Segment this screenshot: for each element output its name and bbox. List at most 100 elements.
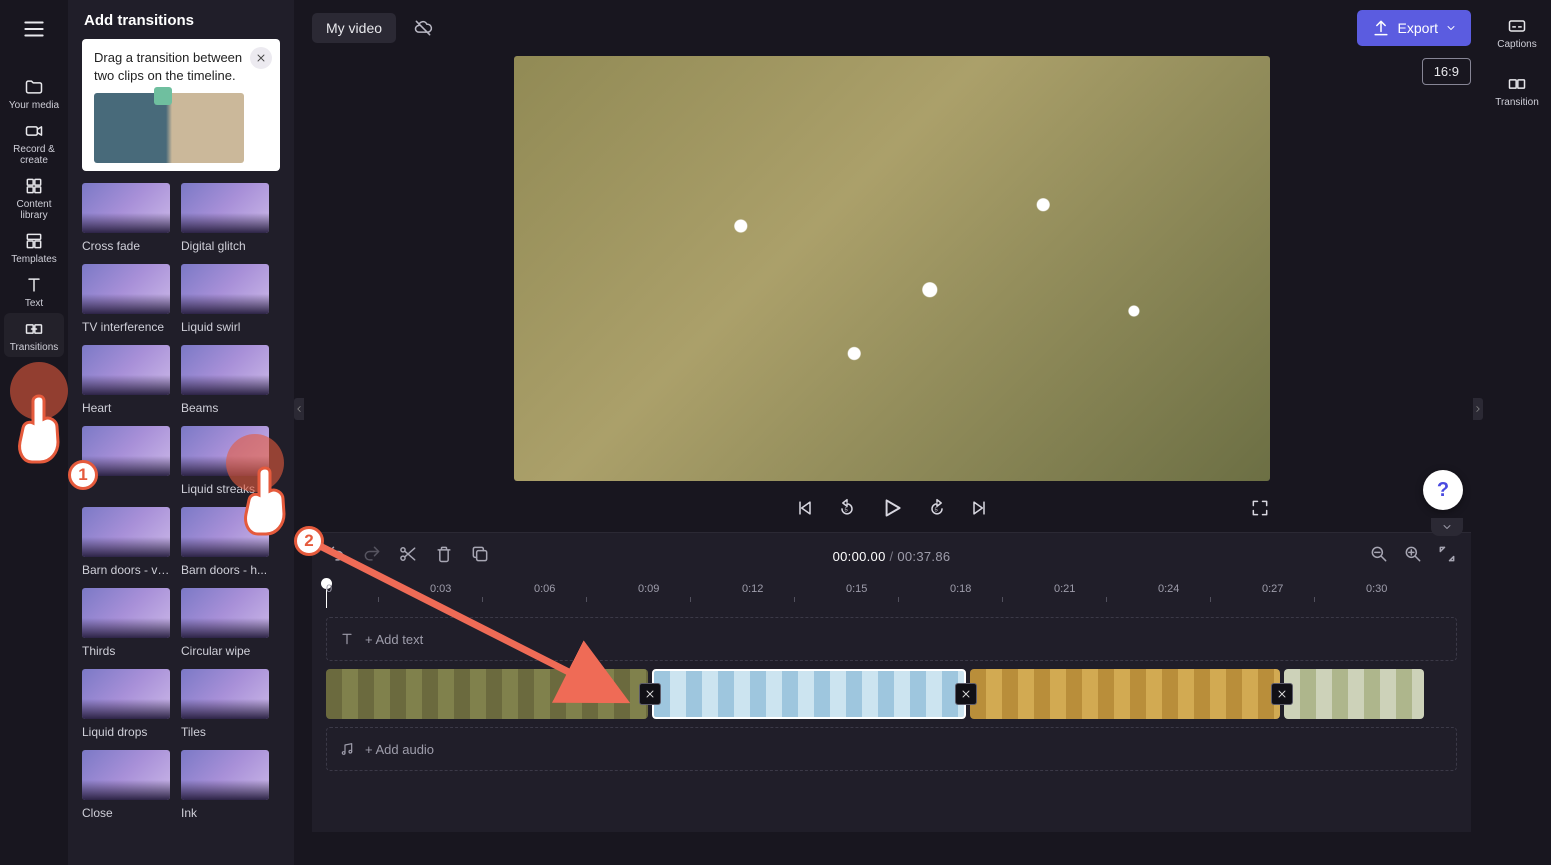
svg-text:5: 5 (934, 507, 937, 513)
transition-badge[interactable] (955, 683, 977, 705)
transition-item[interactable]: Barn doors - h... (181, 507, 269, 577)
ruler-tick: 0:12 (742, 583, 763, 595)
sync-off-button[interactable] (406, 11, 440, 45)
export-label: Export (1398, 20, 1438, 36)
ruler-minor-tick (690, 597, 691, 602)
transition-item[interactable] (82, 426, 170, 496)
duplicate-button[interactable] (470, 544, 490, 569)
timeline-tracks: + Add text + Add audio (326, 617, 1457, 771)
ruler-minor-tick (482, 597, 483, 602)
zoom-in-icon (1403, 544, 1423, 564)
transition-item[interactable]: Barn doors - ve... (82, 507, 170, 577)
video-preview[interactable] (514, 56, 1270, 481)
transition-item[interactable]: Heart (82, 345, 170, 415)
redo-button[interactable] (362, 544, 382, 569)
transition-item[interactable]: Cross fade (82, 183, 170, 253)
transition-item[interactable]: Close (82, 750, 170, 820)
library-icon (24, 176, 44, 196)
zoom-out-button[interactable] (1369, 544, 1389, 569)
fullscreen-button[interactable] (1250, 498, 1270, 523)
export-button[interactable]: Export (1357, 10, 1471, 46)
video-track[interactable] (326, 669, 1457, 719)
split-button[interactable] (398, 544, 418, 569)
video-clip-selected[interactable] (652, 669, 966, 719)
skip-back-icon (795, 498, 815, 518)
transition-item[interactable]: Ink (181, 750, 269, 820)
forward-5-button[interactable]: 5 (927, 498, 947, 523)
video-clip[interactable] (1284, 669, 1424, 719)
transition-item[interactable]: Circular wipe (181, 588, 269, 658)
copy-icon (470, 544, 490, 564)
timeline-area: 00:00.00 / 00:37.86 00:030:060:090:120:1… (312, 532, 1471, 832)
aspect-ratio-button[interactable]: 16:9 (1422, 58, 1471, 85)
ruler-tick: 0:09 (638, 583, 659, 595)
rail-label: Your media (9, 100, 59, 111)
video-clip[interactable] (326, 669, 648, 719)
transition-thumb (82, 669, 170, 719)
transition-item[interactable]: Liquid swirl (181, 264, 269, 334)
transition-label: Liquid swirl (181, 320, 269, 334)
right-panel-collapse-button[interactable] (1473, 398, 1483, 420)
rail-captions[interactable]: Captions (1487, 10, 1547, 54)
rail-templates[interactable]: Templates (4, 225, 64, 269)
transition-item[interactable]: Thirds (82, 588, 170, 658)
rail-transition-props[interactable]: Transition (1487, 68, 1547, 112)
play-button[interactable] (879, 495, 905, 526)
menu-button[interactable] (11, 6, 57, 57)
rewind-5-button[interactable]: 5 (837, 498, 857, 523)
skip-back-button[interactable] (795, 498, 815, 523)
transition-label: Heart (82, 401, 170, 415)
transition-label: Tiles (181, 725, 269, 739)
transitions-icon (644, 688, 656, 700)
audio-track[interactable]: + Add audio (326, 727, 1457, 771)
ruler-tick: 0:18 (950, 583, 971, 595)
hint-close-button[interactable] (250, 47, 272, 69)
transition-item[interactable]: Beams (181, 345, 269, 415)
ruler-tick: 0:15 (846, 583, 867, 595)
transition-item[interactable]: Liquid drops (82, 669, 170, 739)
transitions-grid: Cross fadeDigital glitchTV interference L… (68, 183, 294, 836)
redo-icon (362, 544, 382, 564)
transition-badge[interactable] (639, 683, 661, 705)
current-time: 00:00.00 (833, 549, 886, 564)
transition-item[interactable]: Tiles (181, 669, 269, 739)
transition-thumb (82, 345, 170, 395)
undo-icon (326, 544, 346, 564)
fit-icon (1437, 544, 1457, 564)
video-title-button[interactable]: My video (312, 13, 396, 43)
ruler-minor-tick (378, 597, 379, 602)
rail-your-media[interactable]: Your media (4, 71, 64, 115)
skip-forward-button[interactable] (969, 498, 989, 523)
transition-thumb (181, 183, 269, 233)
chevron-down-icon (1445, 22, 1457, 34)
transition-item[interactable]: Digital glitch (181, 183, 269, 253)
rail-transitions[interactable]: Transitions (4, 313, 64, 357)
undo-button[interactable] (326, 544, 346, 569)
rail-text[interactable]: Text (4, 269, 64, 313)
text-icon (339, 631, 355, 647)
captions-icon (1507, 16, 1527, 36)
cloud-off-icon (413, 18, 433, 38)
transition-item[interactable]: TV interference (82, 264, 170, 334)
delete-button[interactable] (434, 544, 454, 569)
timeline-ruler[interactable]: 00:030:060:090:120:150:180:210:240:270:3… (326, 583, 1457, 609)
music-icon (339, 741, 355, 757)
ruler-tick: 0 (326, 583, 332, 595)
upload-icon (1371, 18, 1391, 38)
transition-item[interactable]: Liquid streaks (181, 426, 269, 496)
timeline-timecode: 00:00.00 / 00:37.86 (833, 549, 951, 564)
help-button[interactable]: ? (1423, 470, 1463, 510)
transition-thumb (181, 507, 269, 557)
panel-expand-button[interactable] (1431, 518, 1463, 536)
zoom-in-button[interactable] (1403, 544, 1423, 569)
ruler-minor-tick (586, 597, 587, 602)
fit-button[interactable] (1437, 544, 1457, 569)
rail-record-create[interactable]: Record & create (4, 115, 64, 170)
rail-content-library[interactable]: Content library (4, 170, 64, 225)
text-track[interactable]: + Add text (326, 617, 1457, 661)
play-icon (879, 495, 905, 521)
video-clip[interactable] (970, 669, 1280, 719)
transitions-icon (1276, 688, 1288, 700)
transition-badge[interactable] (1271, 683, 1293, 705)
transition-thumb (82, 588, 170, 638)
